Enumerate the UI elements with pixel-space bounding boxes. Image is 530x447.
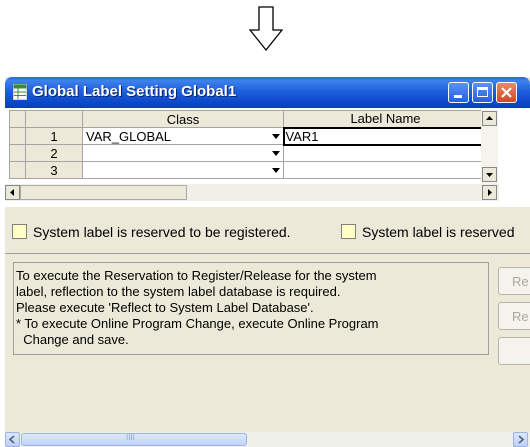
label-name-cell[interactable] <box>283 161 488 179</box>
scroll-left-button[interactable] <box>5 185 20 200</box>
scroll-thumb-grip: IIII <box>126 433 135 442</box>
minimize-icon <box>454 95 462 98</box>
dropdown-arrow-icon[interactable] <box>272 168 280 173</box>
legend-color-square <box>341 224 356 239</box>
legend-item-release: System label is reserved <box>341 224 515 240</box>
minimize-button[interactable] <box>448 82 469 103</box>
maximize-icon <box>477 87 488 97</box>
grid-horizontal-scrollbar[interactable] <box>5 184 499 201</box>
grid-vertical-scrollbar[interactable] <box>481 110 498 184</box>
window-title: Global Label Setting Global1 <box>32 83 237 100</box>
row-number: 2 <box>25 144 83 162</box>
class-value: VAR_GLOBAL <box>86 128 172 144</box>
right-arrow-icon <box>518 435 525 444</box>
scroll-left-button[interactable] <box>5 432 20 447</box>
register-button[interactable]: Re <box>498 267 530 295</box>
label-name-value <box>285 146 288 161</box>
table-row: 3 <box>9 161 488 179</box>
label-name-value <box>285 163 288 178</box>
reflect-button[interactable] <box>498 337 530 365</box>
legend-text: System label is reserved <box>362 224 515 240</box>
row-selector[interactable] <box>9 127 26 145</box>
message-text: To execute the Reservation to Register/R… <box>16 268 379 347</box>
row-number-header <box>25 110 83 128</box>
row-number: 3 <box>25 161 83 179</box>
scroll-thumb[interactable]: IIII <box>21 433 247 446</box>
row-number: 1 <box>25 127 83 145</box>
label-name-cell[interactable]: VAR1 <box>282 126 489 146</box>
class-cell[interactable] <box>82 161 284 179</box>
table-row: 1 VAR_GLOBAL VAR1 <box>9 126 489 146</box>
global-label-window: Global Label Setting Global1 Class Label… <box>5 77 530 447</box>
maximize-button[interactable] <box>472 82 493 103</box>
class-value <box>84 146 87 161</box>
right-arrow-icon <box>488 189 492 196</box>
scroll-right-button[interactable] <box>513 432 528 447</box>
row-selector[interactable] <box>9 144 26 162</box>
class-value <box>84 163 87 178</box>
release-button[interactable]: Re <box>498 302 530 330</box>
scroll-up-button[interactable] <box>482 111 497 126</box>
column-header-label-name[interactable]: Label Name <box>283 110 488 128</box>
table-row: 2 <box>9 144 488 162</box>
title-bar[interactable]: Global Label Setting Global1 <box>5 77 530 108</box>
dropdown-arrow-icon[interactable] <box>272 151 280 156</box>
down-arrow-icon <box>249 6 283 52</box>
scroll-thumb[interactable] <box>20 185 187 200</box>
window-horizontal-scrollbar[interactable]: IIII <box>5 432 530 447</box>
class-cell[interactable]: VAR_GLOBAL <box>82 127 284 145</box>
dropdown-arrow-icon[interactable] <box>271 134 280 139</box>
divider <box>5 253 530 254</box>
close-icon <box>501 87 512 98</box>
table-icon <box>13 84 27 100</box>
legend-item-register: System label is reserved to be registere… <box>12 224 291 240</box>
corner-header <box>9 110 26 128</box>
scroll-right-button[interactable] <box>482 185 497 200</box>
column-header-class[interactable]: Class <box>82 110 284 128</box>
label-name-value: VAR1 <box>285 128 319 144</box>
row-selector[interactable] <box>9 161 26 179</box>
left-arrow-icon <box>10 189 14 196</box>
legend-text: System label is reserved to be registere… <box>33 224 291 240</box>
down-arrow-icon <box>486 173 493 177</box>
up-arrow-icon <box>486 116 493 120</box>
label-name-cell[interactable] <box>283 144 488 162</box>
scroll-down-button[interactable] <box>482 167 497 182</box>
label-table: Class Label Name 1 VAR_GLOBAL VAR1 2 3 <box>9 110 489 179</box>
left-arrow-icon <box>8 435 15 444</box>
close-button[interactable] <box>496 82 517 103</box>
legend-color-square <box>12 224 27 239</box>
label-grid: Class Label Name 1 VAR_GLOBAL VAR1 2 3 <box>5 108 530 207</box>
class-cell[interactable] <box>82 144 284 162</box>
